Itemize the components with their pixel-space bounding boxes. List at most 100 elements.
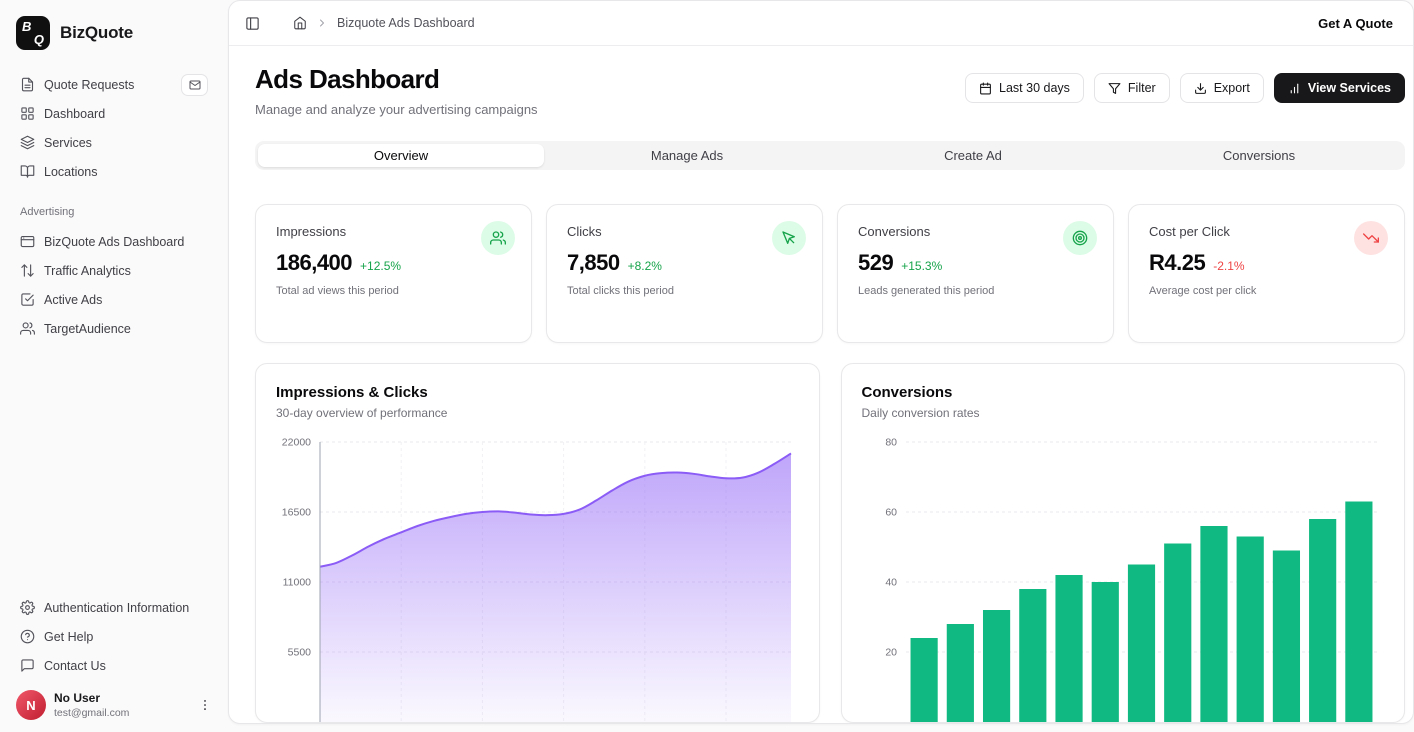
chart-title: Conversions bbox=[862, 384, 1387, 401]
conversions-chart-card: Conversions Daily conversion rates 20 40 6… bbox=[841, 363, 1406, 723]
tab-manage-ads[interactable]: Manage Ads bbox=[544, 144, 830, 167]
export-button[interactable]: Export bbox=[1180, 73, 1264, 103]
stat-description: Total clicks this period bbox=[567, 285, 802, 297]
sidebar-item-label: Contact Us bbox=[44, 659, 106, 673]
sidebar-section-advertising: Advertising bbox=[12, 186, 216, 227]
tab-create-ad[interactable]: Create Ad bbox=[830, 144, 1116, 167]
sidebar-item-authentication-information[interactable]: Authentication Information bbox=[12, 593, 216, 622]
logo-letter-b: B bbox=[22, 19, 31, 34]
sidebar-item-label: Get Help bbox=[44, 630, 93, 644]
app-name: BizQuote bbox=[60, 23, 133, 43]
sidebar-item-label: Quote Requests bbox=[44, 78, 134, 92]
breadcrumb[interactable]: Bizquote Ads Dashboard bbox=[337, 16, 475, 30]
user-name: No User bbox=[54, 691, 129, 705]
stat-label: Conversions bbox=[858, 224, 1093, 239]
view-services-label: View Services bbox=[1308, 81, 1391, 95]
main-panel: Bizquote Ads Dashboard Get A Quote Ads D… bbox=[228, 0, 1414, 724]
mail-icon bbox=[189, 79, 201, 91]
tab-overview[interactable]: Overview bbox=[258, 144, 544, 167]
sidebar-item-quote-requests[interactable]: Quote Requests bbox=[12, 70, 216, 99]
sidebar-nav: Quote Requests Dashboard Services Locati bbox=[12, 70, 216, 343]
sidebar-item-bizquote-ads-dashboard[interactable]: BizQuote Ads Dashboard bbox=[12, 227, 216, 256]
file-text-icon bbox=[20, 77, 35, 92]
sidebar-item-contact-us[interactable]: Contact Us bbox=[12, 651, 216, 680]
date-range-button[interactable]: Last 30 days bbox=[965, 73, 1084, 103]
stat-change: +8.2% bbox=[628, 259, 662, 273]
sidebar-item-label: Dashboard bbox=[44, 107, 105, 121]
bizquote-logo-icon: B Q bbox=[16, 16, 50, 50]
tab-conversions[interactable]: Conversions bbox=[1116, 144, 1402, 167]
stat-value: 7,850 bbox=[567, 250, 620, 276]
svg-text:16500: 16500 bbox=[282, 507, 311, 519]
chart-subtitle: 30-day overview of performance bbox=[276, 406, 801, 420]
kebab-menu-icon[interactable] bbox=[198, 698, 212, 712]
sidebar-item-get-help[interactable]: Get Help bbox=[12, 622, 216, 651]
grid-icon bbox=[20, 106, 35, 121]
settings-icon bbox=[20, 600, 35, 615]
sidebar-item-targetaudience[interactable]: TargetAudience bbox=[12, 314, 216, 343]
book-open-icon bbox=[20, 164, 35, 179]
sidebar-footer: Authentication Information Get Help Cont… bbox=[12, 593, 216, 722]
charts-row: Impressions & Clicks 30-day overview of … bbox=[255, 363, 1405, 723]
check-square-icon bbox=[20, 292, 35, 307]
date-range-label: Last 30 days bbox=[999, 81, 1070, 95]
sidebar-toggle-icon[interactable] bbox=[245, 16, 260, 31]
stat-value: 186,400 bbox=[276, 250, 352, 276]
view-services-button[interactable]: View Services bbox=[1274, 73, 1405, 103]
sidebar-item-label: BizQuote Ads Dashboard bbox=[44, 235, 184, 249]
stat-card-conversions: Conversions 529 +15.3% Leads generated t… bbox=[837, 204, 1114, 343]
header-actions: Last 30 days Filter Export bbox=[965, 73, 1405, 103]
export-label: Export bbox=[1214, 81, 1250, 95]
filter-button[interactable]: Filter bbox=[1094, 73, 1170, 103]
chart-subtitle: Daily conversion rates bbox=[862, 406, 1387, 420]
svg-text:11000: 11000 bbox=[283, 577, 312, 589]
sidebar-item-services[interactable]: Services bbox=[12, 128, 216, 157]
download-icon bbox=[1194, 82, 1207, 95]
page-title: Ads Dashboard bbox=[255, 64, 538, 95]
avatar: N bbox=[16, 690, 46, 720]
stat-card-cost-per-click: Cost per Click R4.25 -2.1% Average cost … bbox=[1128, 204, 1405, 343]
get-a-quote-link[interactable]: Get A Quote bbox=[1318, 16, 1393, 31]
stat-change: +12.5% bbox=[360, 259, 401, 273]
logo-letter-q: Q bbox=[34, 32, 44, 47]
svg-text:60: 60 bbox=[885, 507, 897, 519]
stat-value: R4.25 bbox=[1149, 250, 1205, 276]
sidebar-item-label: Services bbox=[44, 136, 92, 150]
page-header-text: Ads Dashboard Manage and analyze your ad… bbox=[255, 64, 538, 117]
message-square-icon bbox=[20, 658, 35, 673]
stat-value: 529 bbox=[858, 250, 893, 276]
page-subtitle: Manage and analyze your advertising camp… bbox=[255, 102, 538, 117]
stat-change: -2.1% bbox=[1213, 259, 1244, 273]
user-menu[interactable]: N No User test@gmail.com bbox=[12, 680, 216, 722]
mouse-pointer-icon bbox=[772, 221, 806, 255]
stat-card-impressions: Impressions 186,400 +12.5% Total ad view… bbox=[255, 204, 532, 343]
svg-text:80: 80 bbox=[885, 437, 897, 449]
svg-text:22000: 22000 bbox=[282, 437, 311, 449]
user-email: test@gmail.com bbox=[54, 707, 129, 719]
impressions-clicks-chart-card: Impressions & Clicks 30-day overview of … bbox=[255, 363, 820, 723]
svg-text:20: 20 bbox=[885, 647, 897, 659]
chevron-right-icon bbox=[316, 17, 328, 29]
mail-badge-button[interactable] bbox=[181, 74, 208, 96]
conversions-bar-chart: 20 40 60 80 bbox=[862, 434, 1387, 722]
svg-text:5500: 5500 bbox=[288, 647, 312, 659]
layers-icon bbox=[20, 135, 35, 150]
svg-text:40: 40 bbox=[885, 577, 897, 589]
sidebar-item-dashboard[interactable]: Dashboard bbox=[12, 99, 216, 128]
trending-down-icon bbox=[1354, 221, 1388, 255]
sidebar-item-label: Traffic Analytics bbox=[44, 264, 131, 278]
stat-cards: Impressions 186,400 +12.5% Total ad view… bbox=[255, 204, 1405, 343]
impressions-clicks-area-chart: 5500 11000 16500 22000 bbox=[276, 434, 801, 722]
page-header: Ads Dashboard Manage and analyze your ad… bbox=[255, 64, 1405, 117]
arrows-up-down-icon bbox=[20, 263, 35, 278]
home-icon[interactable] bbox=[293, 16, 307, 30]
stat-description: Total ad views this period bbox=[276, 285, 511, 297]
sidebar-item-active-ads[interactable]: Active Ads bbox=[12, 285, 216, 314]
topbar: Bizquote Ads Dashboard Get A Quote bbox=[229, 1, 1413, 46]
content: Ads Dashboard Manage and analyze your ad… bbox=[229, 46, 1413, 723]
filter-icon bbox=[1108, 82, 1121, 95]
sidebar-item-locations[interactable]: Locations bbox=[12, 157, 216, 186]
sidebar-item-label: Locations bbox=[44, 165, 98, 179]
sidebar-item-traffic-analytics[interactable]: Traffic Analytics bbox=[12, 256, 216, 285]
stat-change: +15.3% bbox=[901, 259, 942, 273]
